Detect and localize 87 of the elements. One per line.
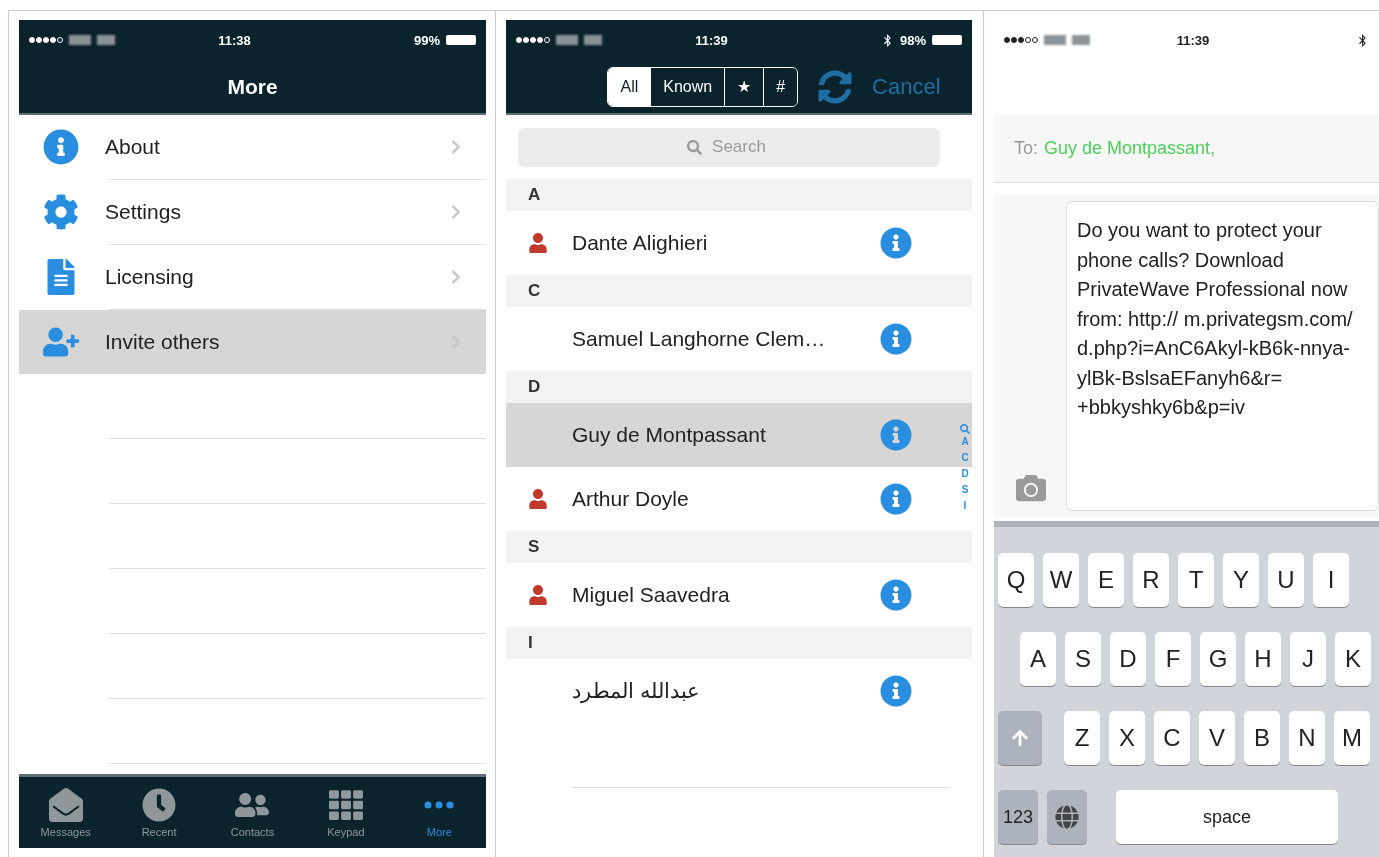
globe-icon [1055,805,1079,829]
shift-key[interactable] [998,711,1042,765]
battery-icon [446,35,476,45]
chevron-icon [450,204,462,220]
contact-name: Arthur Doyle [572,487,689,511]
clock-icon [142,787,177,822]
numbers-key[interactable]: 123 [998,790,1038,844]
blurred-network-block [97,35,115,45]
letter-key[interactable]: F [1155,632,1191,686]
tab-bar-item[interactable]: More [399,787,480,838]
letter-key[interactable]: C [1154,711,1190,765]
tab-bar-item[interactable]: Messages [25,787,106,838]
letter-key[interactable]: T [1178,553,1214,607]
camera-icon[interactable] [1014,473,1048,503]
search-icon [687,139,702,155]
blurred-carrier-block [556,35,578,45]
blurred-carrier-block [1044,35,1066,45]
section-header: I [506,627,972,659]
arrow-up-icon [1011,729,1029,747]
section-header: D [506,371,972,403]
contact-name: Dante Alighieri [572,231,708,255]
battery-percent: 99% [413,32,440,48]
letter-key[interactable]: D [1110,632,1146,686]
search-icon[interactable] [960,424,970,434]
letter-key[interactable]: X [1109,711,1145,765]
contact-name: Samuel Langhorne Clem… [572,327,826,351]
info-icon [43,129,79,165]
letter-key[interactable]: Q [998,553,1034,607]
screen-title: More [227,74,278,99]
index-letter[interactable]: D [961,466,969,482]
letter-key[interactable]: W [1043,553,1079,607]
more-icon [424,800,455,809]
letter-key[interactable]: K [1335,632,1371,686]
letter-key[interactable]: Z [1064,711,1100,765]
index-letter[interactable]: S [961,482,969,498]
info-icon[interactable] [880,419,912,451]
contact-name: Guy de Montpassant [572,423,766,447]
letter-key[interactable]: S [1065,632,1101,686]
blurred-network-block [584,35,602,45]
info-icon[interactable] [880,483,912,515]
section-header: A [506,179,972,211]
letter-key[interactable]: G [1200,632,1236,686]
letter-key[interactable]: J [1290,632,1326,686]
section-header: S [506,531,972,563]
space-key[interactable]: space [1116,790,1338,844]
chevron-icon [450,139,462,155]
section-header: C [506,275,972,307]
battery-percent: 98% [899,32,926,48]
status-time: 11:39 [1176,32,1211,48]
tab-bar-item[interactable]: Recent [119,787,200,838]
status-time: 11:38 [218,32,252,48]
menu-item[interactable]: Invite others [19,310,486,374]
contact-name: Miguel Saavedra [572,583,730,607]
letter-key[interactable]: B [1244,711,1280,765]
letter-key[interactable]: A [1020,632,1056,686]
letter-key[interactable]: M [1334,711,1370,765]
letter-key[interactable]: N [1289,711,1325,765]
contact-name: عبدالله المطرد [572,679,700,703]
to-label: To: [1014,138,1038,159]
filter-segment[interactable]: All [608,67,651,106]
message-field[interactable]: Do you want to protect your phone calls? Download PrivateWave Professional now from: http:// m.privategsm.com/ d.php?i=AnC6Akyl-kB6k-nnya-ylBk-BslsaEFanyh6&r= +bbkyshky6b&p=iv [1066,201,1379,511]
keypad-icon [328,787,363,822]
refresh-icon[interactable] [818,69,853,104]
letter-key[interactable]: Y [1223,553,1259,607]
letter-key[interactable]: U [1268,553,1304,607]
info-icon[interactable] [880,579,912,611]
info-icon[interactable] [880,227,912,259]
envelope-icon [48,787,83,822]
letter-key[interactable]: E [1088,553,1124,607]
tab-bar-item[interactable]: Keypad [305,787,386,838]
settings-icon [43,194,79,230]
chevron-icon [450,269,462,285]
letter-key[interactable]: H [1245,632,1281,686]
status-time: 11:39 [695,32,729,48]
blurred-network-block [1072,35,1090,45]
search-field[interactable]: Search [518,127,940,167]
letter-key[interactable]: R [1133,553,1169,607]
index-letter[interactable]: I [963,498,967,514]
blurred-carrier-block [69,35,91,45]
letter-key[interactable]: V [1199,711,1235,765]
info-icon[interactable] [880,675,912,707]
battery-icon [932,35,962,45]
filter-segment[interactable]: # [763,67,798,106]
tab-bar-item[interactable]: Contacts [212,787,293,838]
letter-key[interactable]: I [1313,553,1349,607]
info-icon[interactable] [880,323,912,355]
globe-key[interactable] [1047,790,1087,844]
